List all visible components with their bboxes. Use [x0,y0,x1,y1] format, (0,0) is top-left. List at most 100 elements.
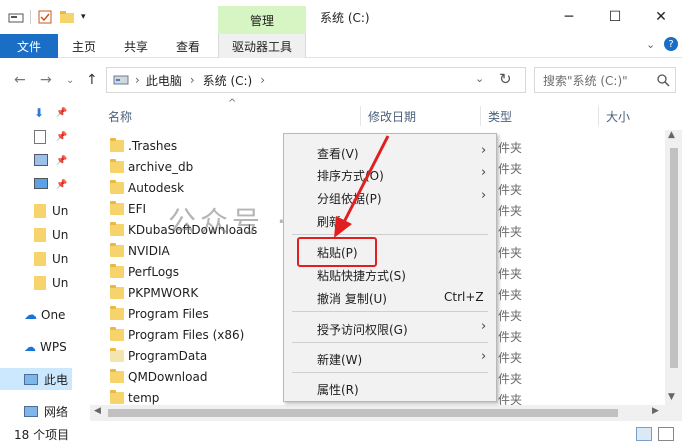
forward-arrow-icon[interactable]: → [40,72,52,88]
tab-home[interactable]: 主页 [62,34,106,58]
recent-dropdown-icon[interactable]: ⌄ [66,75,74,86]
menu-item-properties[interactable]: 属性(R) [284,377,496,399]
submenu-arrow-icon: › [481,143,487,158]
large-icons-view-icon[interactable] [658,427,674,441]
sort-ascending-icon: ^ [228,98,237,109]
details-view-icon[interactable] [636,427,652,441]
properties-icon[interactable] [8,10,24,24]
tab-manage[interactable]: 管理 [218,6,306,34]
column-type[interactable]: 类型 [488,102,512,130]
column-name[interactable]: 名称 [108,102,132,130]
pin-icon: 📌 [56,156,68,166]
wps-cloud-icon: ☁ [24,340,36,354]
nav-folder-2[interactable]: Un [0,224,72,246]
breadcrumb-system-c[interactable]: 系统 (C:) [203,72,253,89]
menu-item-undo-copy[interactable]: 撤消 复制(U) Ctrl+Z [284,286,496,308]
pin-icon: 📌 [56,132,68,142]
nav-folder-4[interactable]: Un [0,272,72,294]
navigation-pane: ⬇ 📌 📌 📌 📌 Un Un Un Un ☁ One ☁ WPS 此电 网络 [0,102,72,424]
close-button[interactable]: ✕ [638,4,682,30]
submenu-arrow-icon: › [481,319,487,334]
search-icon [657,74,670,87]
refresh-icon[interactable]: ↻ [499,70,512,88]
submenu-arrow-icon: › [481,188,487,203]
column-divider[interactable] [598,106,599,126]
back-arrow-icon[interactable]: ← [14,72,26,88]
folder-icon [110,348,124,362]
window-title: 系统 (C:) [320,11,370,25]
folder-icon [110,159,124,173]
column-divider[interactable] [480,106,481,126]
new-folder-icon[interactable] [59,9,75,25]
nav-this-pc[interactable]: 此电 [0,368,72,390]
folder-icon [110,201,124,215]
menu-item-new[interactable]: 新建(W) › [284,347,496,369]
nav-network[interactable]: 网络 [0,400,72,422]
quick-access-toolbar: ▾ [8,8,86,26]
nav-wps[interactable]: ☁ WPS [0,336,72,358]
tab-drive-tools[interactable]: 驱动器工具 [218,34,306,58]
column-modified[interactable]: 修改日期 [368,102,416,130]
desktop-icon [34,178,48,189]
breadcrumb-chevron-icon: › [189,73,195,87]
pin-icon: 📌 [56,180,68,190]
help-icon[interactable]: ? [664,37,678,51]
breadcrumb-this-pc[interactable]: 此电脑 [146,72,182,89]
minimize-button[interactable]: ─ [546,4,592,30]
column-header-row: 名称 ^ 修改日期 类型 大小 [100,98,682,130]
menu-separator [292,342,488,343]
customize-dropdown-icon[interactable]: ▾ [81,12,86,22]
pin-icon: 📌 [56,108,68,118]
ribbon-expand-icon[interactable]: ⌄ [646,38,655,51]
checklist-icon[interactable] [37,9,53,25]
folder-icon [110,222,124,236]
tab-view[interactable]: 查看 [166,34,210,58]
scroll-left-icon[interactable]: ◀ [94,406,101,416]
search-input[interactable]: 搜索"系统 (C:)" [534,67,676,93]
horizontal-scroll-thumb[interactable] [108,409,618,417]
folder-icon [110,138,124,152]
menu-separator [292,311,488,312]
vertical-scrollbar[interactable]: ▲ ▼ [665,130,682,406]
column-divider[interactable] [360,106,361,126]
status-bar: 18 个项目 [0,422,682,446]
folder-icon [110,327,124,341]
scroll-down-icon[interactable]: ▼ [668,392,675,402]
drive-icon [113,75,129,85]
submenu-arrow-icon: › [481,165,487,180]
vertical-scroll-thumb[interactable] [670,148,678,368]
tab-file[interactable]: 文件 [0,34,58,58]
scroll-right-icon[interactable]: ▶ [652,406,659,416]
submenu-arrow-icon: › [481,349,487,364]
menu-separator [292,372,488,373]
horizontal-scrollbar[interactable]: ◀ ▶ [90,405,682,421]
address-dropdown-icon[interactable]: ⌄ [475,72,484,85]
computer-icon [24,373,38,385]
folder-icon [34,276,46,290]
tab-share[interactable]: 共享 [114,34,158,58]
folder-icon [34,204,46,218]
download-arrow-icon: ⬇ [34,106,45,120]
folder-icon [110,369,124,383]
item-count: 18 个项目 [14,427,70,442]
menu-item-grant-access[interactable]: 授予访问权限(G) › [284,317,496,339]
nav-onedrive[interactable]: ☁ One [0,304,72,326]
up-arrow-icon[interactable]: ↑ [86,72,98,88]
breadcrumb-chevron-icon: › [135,73,140,87]
folder-icon [110,285,124,299]
folder-icon [110,306,124,320]
folder-icon [34,252,46,266]
network-icon [24,405,38,417]
nav-folder-3[interactable]: Un [0,248,72,270]
column-size[interactable]: 大小 [606,102,630,130]
address-row: ← → ⌄ ↑ › 此电脑 › 系统 (C:) › ⌄ ↻ 搜索"系统 (C:)… [0,58,682,102]
folder-icon [34,228,46,242]
nav-folder-1[interactable]: Un [0,200,72,222]
scroll-up-icon[interactable]: ▲ [668,130,675,140]
folder-icon [110,243,124,257]
breadcrumb-chevron-icon: › [260,73,266,87]
pictures-icon [34,154,48,166]
maximize-button[interactable]: ☐ [592,4,638,30]
folder-icon [110,264,124,278]
address-bar[interactable]: › 此电脑 › 系统 (C:) › ⌄ ↻ [106,67,526,93]
